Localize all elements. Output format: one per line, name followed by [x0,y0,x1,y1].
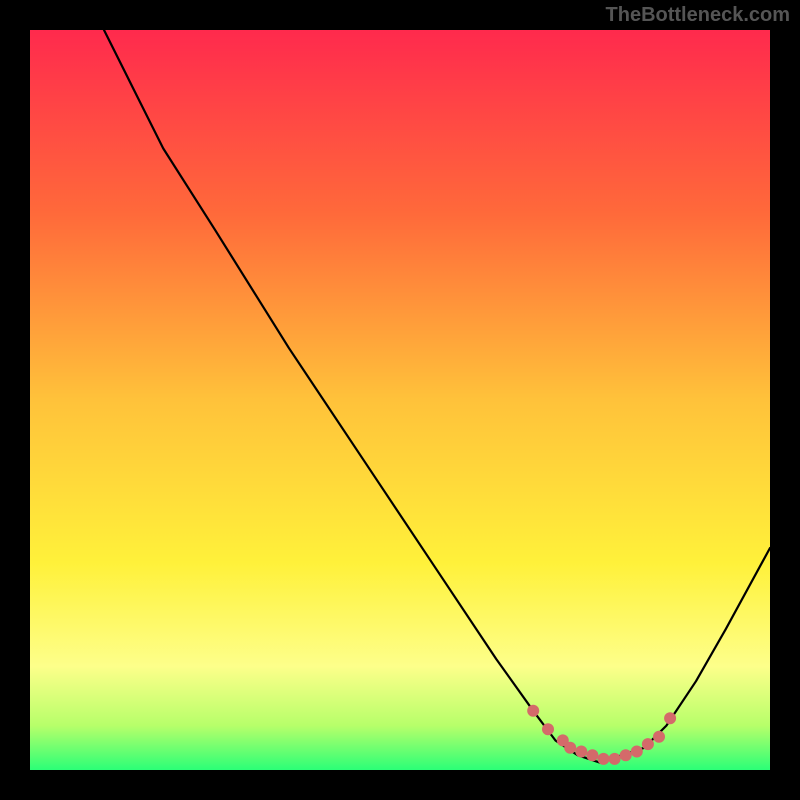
marker-dot [609,753,621,765]
marker-dot [598,753,610,765]
marker-dot [564,742,576,754]
marker-dot [586,749,598,761]
marker-dot [631,746,643,758]
marker-dot [664,712,676,724]
watermark-text: TheBottleneck.com [606,4,790,27]
marker-dot [642,738,654,750]
chart-container: TheBottleneck.com [0,0,800,800]
marker-dot [542,723,554,735]
marker-dot [653,731,665,743]
bottleneck-chart [0,0,800,800]
plot-area [30,30,770,770]
marker-dot [527,705,539,717]
marker-dot [620,749,632,761]
marker-dot [575,746,587,758]
